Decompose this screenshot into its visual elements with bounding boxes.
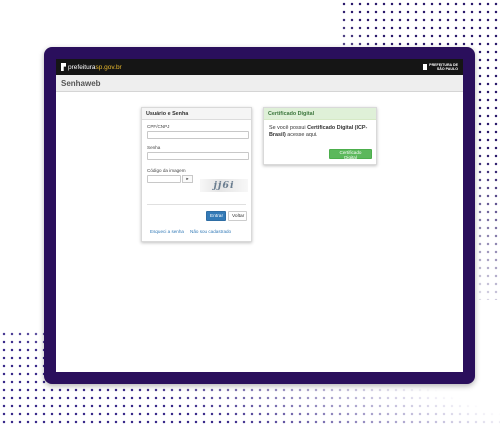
certificate-text-prefix: Se você possui — [269, 125, 308, 131]
logo-domain: sp.gov.br — [95, 63, 122, 71]
password-label: Senha — [147, 145, 161, 150]
certificate-panel: Certificado Digital Se você possui Certi… — [263, 107, 377, 165]
register-link[interactable]: Não sou cadastrado — [190, 229, 231, 234]
sao-paulo-crest-icon — [423, 64, 428, 70]
form-divider — [147, 204, 246, 205]
captcha-audio-button[interactable]: ▸ — [182, 175, 193, 183]
site-header: Senhaweb — [56, 75, 463, 92]
certificate-button[interactable]: Certificado Digital — [329, 149, 372, 160]
brand-line-2: SÃO PAULO — [436, 67, 458, 71]
cpf-input[interactable] — [147, 131, 249, 139]
prefeitura-logo-icon — [61, 63, 66, 71]
sao-paulo-brand: PREFEITURA DE SÃO PAULO — [423, 63, 458, 71]
device-frame: prefeitura sp.gov.br PREFEITURA DE SÃO PA… — [44, 47, 475, 384]
prefeitura-logo[interactable]: prefeitura sp.gov.br — [61, 63, 122, 71]
login-panel-title: Usuário e Senha — [142, 108, 251, 120]
login-panel: Usuário e Senha CPF/CNPJ Senha Código da… — [141, 107, 252, 242]
certificate-panel-title: Certificado Digital — [264, 108, 376, 120]
back-button[interactable]: Voltar — [228, 211, 247, 221]
captcha-image: jj6i — [200, 179, 248, 192]
certificate-text: Se você possui Certificado Digital (ICP-… — [269, 125, 373, 138]
forgot-password-link[interactable]: Esqueci a senha — [150, 229, 184, 234]
browser-screen: prefeitura sp.gov.br PREFEITURA DE SÃO PA… — [56, 59, 463, 372]
speaker-icon: ▸ — [186, 176, 189, 181]
top-bar: prefeitura sp.gov.br PREFEITURA DE SÃO PA… — [56, 59, 463, 75]
password-input[interactable] — [147, 152, 249, 160]
cpf-label: CPF/CNPJ — [147, 124, 170, 129]
submit-button[interactable]: Entrar — [206, 211, 226, 221]
logo-text: prefeitura — [68, 63, 96, 71]
page-title: Senhaweb — [61, 78, 101, 88]
captcha-input[interactable] — [147, 175, 181, 183]
captcha-label: Código da imagem — [147, 168, 186, 173]
certificate-text-suffix: acesse aqui. — [285, 131, 318, 138]
